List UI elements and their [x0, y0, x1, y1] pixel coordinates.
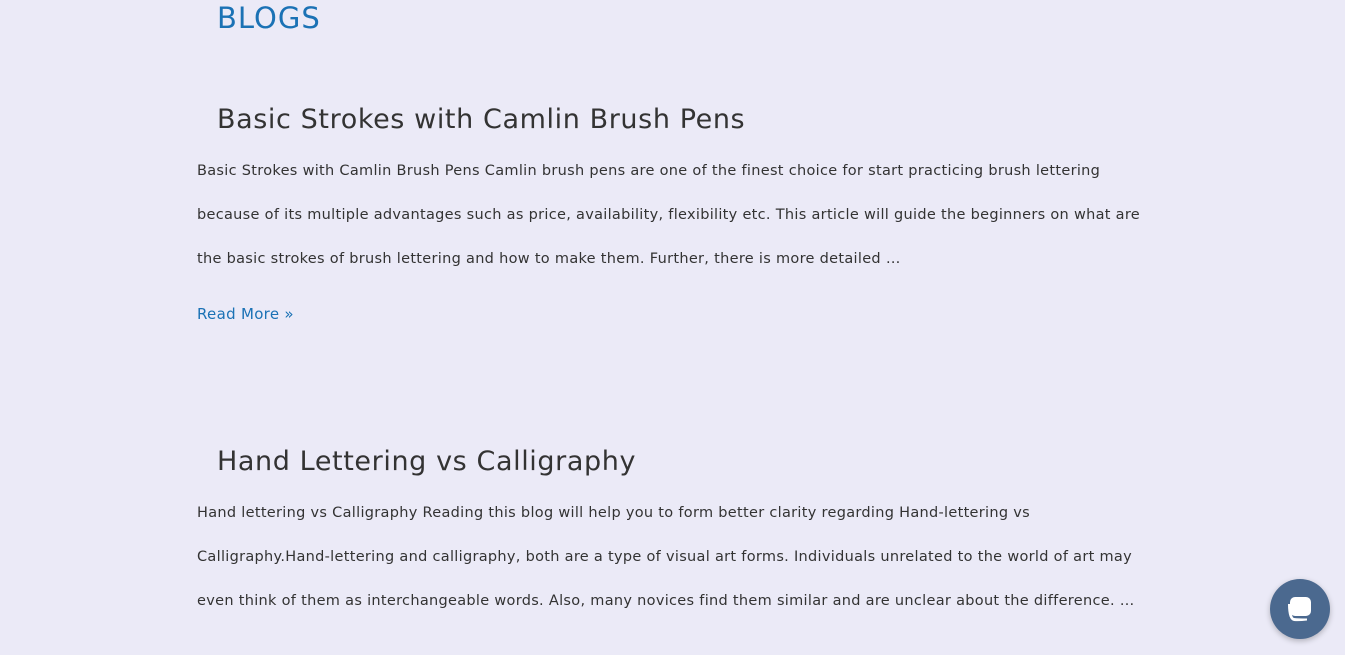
post-excerpt: Basic Strokes with Camlin Brush Pens Cam… — [197, 163, 1141, 267]
blog-post: Basic Strokes with Camlin Brush Pens Bas… — [197, 100, 1157, 323]
chat-widget-button[interactable] — [1270, 579, 1330, 639]
page-heading: BLOGS — [217, 1, 321, 35]
post-title[interactable]: Hand Lettering vs Calligraphy — [217, 442, 1157, 482]
post-excerpt: Hand lettering vs Calligraphy Reading th… — [197, 505, 1135, 609]
blog-page: BLOGS Basic Strokes with Camlin Brush Pe… — [0, 0, 1345, 655]
post-title[interactable]: Basic Strokes with Camlin Brush Pens — [217, 100, 1157, 140]
read-more-link[interactable]: Read More » — [197, 305, 294, 323]
chat-bubble-icon — [1288, 597, 1311, 622]
blog-post: Hand Lettering vs Calligraphy Hand lette… — [197, 442, 1157, 623]
